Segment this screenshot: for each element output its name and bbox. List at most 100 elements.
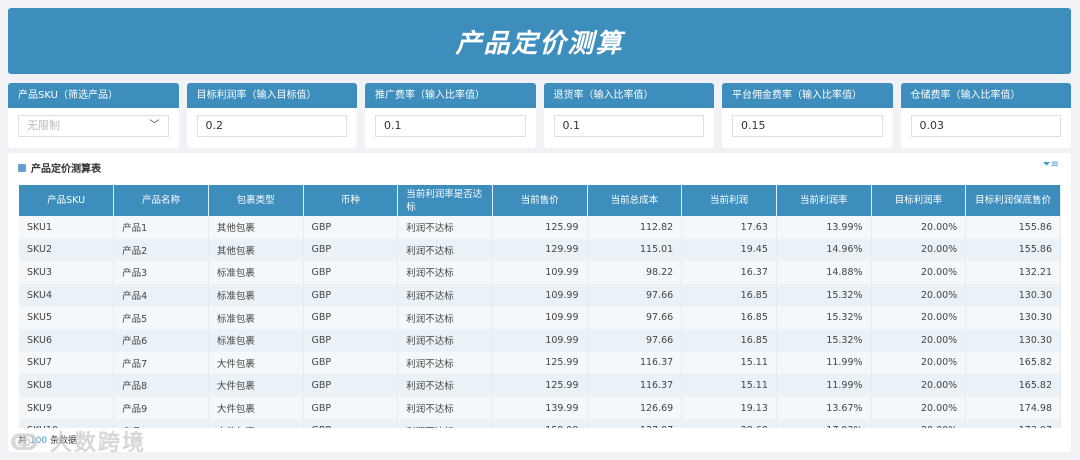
table-cell: 11.99% [776,351,872,375]
table-cell: 116.37 [587,351,683,375]
table-cell: 16.85 [681,306,777,329]
rate-input[interactable]: 0.2 [196,115,347,137]
column-header[interactable]: 当前总成本 [587,185,683,216]
table-cell: SKU3 [19,261,115,284]
table-cell: 155.86 [965,238,1061,262]
table-cell: SKU6 [19,328,115,352]
table-cell: 130.30 [965,306,1061,329]
table-cell: 126.69 [587,396,683,420]
panel-title: 产品定价测算表 [18,160,101,175]
table-cell: 155.86 [965,216,1061,239]
table-cell: 20.00% [871,351,967,375]
column-header[interactable]: 当前售价 [492,185,588,216]
table-cell: 20.00% [871,238,967,262]
table-cell: 产品1 [113,216,209,239]
table-cell: 利润不达标 [397,283,493,307]
table-cell: 14.96% [776,238,872,262]
table-cell: 产品3 [113,261,209,284]
table-cell: 116.37 [587,374,683,397]
filter-card: 平台佣金费率（输入比率值） 0.15 [722,83,893,148]
table-row[interactable]: SKU3 产品3 标准包裹 GBP 利润不达标 109.99 98.22 16.37 14.88… [19,261,1061,284]
table-cell: 109.99 [492,306,588,329]
filter-icon[interactable]: ⏷≡ [1043,159,1059,170]
filter-label: 目标利润率（输入目标值） [186,83,357,108]
table-cell: 标准包裹 [208,283,304,307]
table-row[interactable]: SKU4 产品4 标准包裹 GBP 利润不达标 109.99 97.66 16.85 15.32… [19,283,1061,307]
table-icon [18,163,26,172]
table-row[interactable]: SKU9 产品9 大件包裹 GBP 利润不达标 139.99 126.69 19.13 13.6… [19,396,1061,420]
table-cell: 19.45 [681,238,777,262]
table-cell: 利润不达标 [397,306,493,329]
table-cell: SKU5 [19,306,115,329]
table-cell: 标准包裹 [208,261,304,284]
column-header[interactable]: 当前利润 [681,185,777,216]
table-cell: 15.11 [681,351,777,375]
table-cell: 139.99 [492,396,588,420]
table-cell: 利润不达标 [397,419,493,428]
table-cell: SKU8 [19,374,115,397]
filter-card: 退货率（输入比率值） 0.1 [543,83,714,148]
rate-input[interactable]: 0.1 [553,115,704,137]
sku-select[interactable]: 无限制 ﹀ [18,115,169,137]
table-cell: 20.00% [871,306,967,329]
table-cell: 97.66 [587,283,683,307]
table-cell: 20.00% [871,328,967,352]
table-row[interactable]: SKU5 产品5 标准包裹 GBP 利润不达标 109.99 97.66 16.85 15.32… [19,306,1061,329]
table-cell: 15.32% [776,306,872,329]
table-cell: 大件包裹 [208,419,304,428]
table-cell: 19.13 [681,396,777,420]
page-title: 产品定价测算 [455,28,624,59]
table-cell: GBP [303,351,399,375]
table-cell: 产品6 [113,328,209,352]
table-cell: 大件包裹 [208,396,304,420]
table-cell: 标准包裹 [208,328,304,352]
table-cell: 利润不达标 [397,216,493,239]
table-row[interactable]: SKU2 产品2 其他包裹 GBP 利润不达标 129.99 115.01 19.45 14.9… [19,238,1061,262]
table-cell: 产品5 [113,306,209,329]
filter-label: 平台佣金费率（输入比率值） [722,83,893,108]
table-cell: GBP [303,306,399,329]
column-header[interactable]: 目标利润保底售价 [965,185,1061,216]
table-cell: GBP [303,396,399,420]
column-header[interactable]: 包裹类型 [208,185,304,216]
table-row[interactable]: SKU8 产品8 大件包裹 GBP 利润不达标 125.99 116.37 15.11 11.9… [19,374,1061,397]
column-header[interactable]: 币种 [303,185,399,216]
table-cell: 129.99 [492,238,588,262]
table-row[interactable]: SKU1 产品1 其他包裹 GBP 利润不达标 125.99 112.82 17.63 13.9… [19,216,1061,239]
table-cell: 125.99 [492,351,588,375]
table-cell: 其他包裹 [208,216,304,239]
watermark: ↂ 大数跨境 [10,431,147,456]
table-cell: 20.00% [871,419,967,428]
table-cell: 利润不达标 [397,396,493,420]
column-header[interactable]: 产品SKU [19,185,115,216]
column-header[interactable]: 产品名称 [113,185,209,216]
table-cell: SKU4 [19,283,115,307]
table-row[interactable]: SKU6 产品6 标准包裹 GBP 利润不达标 109.99 97.66 16.85 15.32… [19,328,1061,352]
rate-input[interactable]: 0.15 [732,115,883,137]
table-cell: 15.32% [776,283,872,307]
column-header[interactable]: 当前利润率是否达标 [397,185,493,216]
table-cell: 大件包裹 [208,351,304,375]
table-cell: GBP [303,283,399,307]
table-cell: 159.99 [492,419,588,428]
table-cell: 109.99 [492,328,588,352]
table-cell: 产品2 [113,238,209,262]
table-cell: 20.00% [871,283,967,307]
filter-label: 仓储费率（输入比率值） [900,83,1071,108]
table-cell: 13.99% [776,216,872,239]
table-cell: 标准包裹 [208,306,304,329]
table-row[interactable]: SKU10产品10大件包裹GBP利润不达标159.99137.0728.6817… [19,419,1061,428]
table-cell: GBP [303,261,399,284]
table-cell: 115.01 [587,238,683,262]
rate-input[interactable]: 0.03 [910,115,1061,137]
rate-input[interactable]: 0.1 [375,115,526,137]
column-header[interactable]: 目标利润率 [871,185,967,216]
table-cell: 97.66 [587,328,683,352]
filter-card: 产品SKU（筛选产品） 无限制 ﹀ [8,83,179,148]
filter-label: 推广费率（输入比率值） [365,83,536,108]
pricing-table[interactable]: 产品SKU 产品名称 包裹类型 币种 当前利润率是否达标 当前售价 当前总成本 当前利润 当前利… [19,185,1061,428]
table-row[interactable]: SKU7 产品7 大件包裹 GBP 利润不达标 125.99 116.37 15.11 11.9… [19,351,1061,375]
table-cell: GBP [303,328,399,352]
column-header[interactable]: 当前利润率 [776,185,872,216]
table-cell: GBP [303,374,399,397]
